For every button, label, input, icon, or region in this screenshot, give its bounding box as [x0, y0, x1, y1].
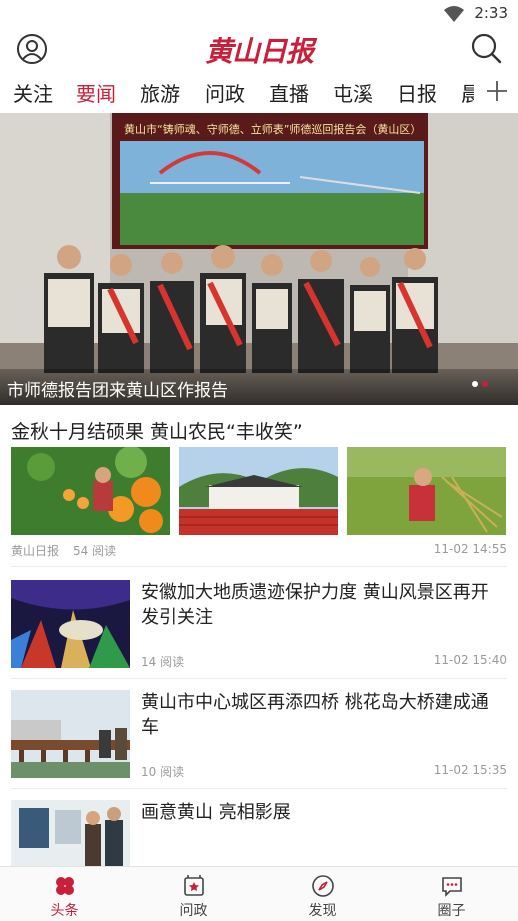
carousel-dot-active[interactable] — [482, 381, 488, 387]
nav-headlines[interactable]: 头条 — [0, 867, 129, 921]
news-item-harvest[interactable]: 金秋十月结硕果 黄山农民“丰收笑” 黄山日报 54 阅读 11-02 14:55 — [0, 405, 518, 565]
news-item-geology[interactable]: 安徽加大地质遗迹保护力度 黄山风景区再开发引关注 14 阅读 11-02 15:… — [0, 580, 518, 690]
plus-icon[interactable] — [484, 78, 510, 104]
news-thumb-cave — [11, 580, 130, 668]
nav-label: 头条 — [50, 903, 79, 919]
news-reads: 14 阅读 — [141, 655, 185, 669]
tab-wenzheng[interactable]: 问政 — [205, 78, 245, 107]
hero-photo: 黄山市“铸师魂、守师德、立师表”师德巡回报告会（黄山区） — [0, 113, 518, 405]
search-icon[interactable] — [470, 32, 502, 64]
news-thumb-rice — [347, 447, 506, 535]
divider — [11, 566, 507, 567]
tab-ribao[interactable]: 日报 — [397, 78, 437, 107]
app-header: 黄山日报 — [0, 28, 518, 72]
tab-lvyou[interactable]: 旅游 — [140, 78, 180, 107]
carousel-dots — [468, 372, 488, 391]
inbox-icon — [183, 875, 204, 896]
nav-label: 问政 — [179, 903, 208, 919]
nav-label: 圈子 — [437, 903, 466, 919]
news-reads: 54 阅读 — [73, 544, 117, 558]
news-time: 11-02 15:35 — [433, 763, 507, 777]
nav-discover[interactable]: 发现 — [258, 867, 387, 921]
news-thumb-village — [179, 447, 338, 535]
news-item-exhibition[interactable]: 画意黄山 亮相影展 — [0, 800, 518, 866]
news-thumb-exhibition — [11, 800, 130, 866]
nav-label: 发现 — [308, 903, 337, 919]
status-time: 2:33 — [474, 4, 508, 22]
news-thumb-oranges — [11, 447, 170, 535]
news-title: 安徽加大地质遗迹保护力度 黄山风景区再开发引关注 — [141, 582, 489, 628]
divider — [11, 678, 507, 679]
status-bar: 2:33 — [0, 0, 518, 28]
chat-icon — [441, 877, 462, 897]
news-reads: 10 阅读 — [141, 765, 185, 779]
compass-icon — [311, 875, 334, 897]
tab-zhibo[interactable]: 直播 — [269, 78, 309, 107]
channel-tabs: 关注 要闻 旅游 问政 直播 屯溪 日报 晨 — [0, 72, 518, 112]
bottom-nav: 头条 问政 发现 圈子 — [0, 866, 518, 921]
news-title: 黄山市中心城区再添四桥 桃花岛大桥建成通车 — [141, 692, 489, 738]
hero-banner-text: 黄山市“铸师魂、守师德、立师表”师德巡回报告会（黄山区） — [124, 122, 421, 136]
tab-guanzhu[interactable]: 关注 — [13, 78, 53, 107]
tab-yaowen[interactable]: 要闻 — [76, 78, 116, 107]
divider — [11, 788, 507, 789]
news-title: 金秋十月结硕果 黄山农民“丰收笑” — [11, 421, 303, 443]
news-thumb-bridge — [11, 690, 130, 778]
news-item-bridge[interactable]: 黄山市中心城区再添四桥 桃花岛大桥建成通车 10 阅读 11-02 15:35 — [0, 690, 518, 800]
carousel-dot[interactable] — [472, 381, 478, 387]
nav-wenzheng[interactable]: 问政 — [129, 867, 258, 921]
news-time: 11-02 14:55 — [433, 542, 507, 556]
nav-circle[interactable]: 圈子 — [387, 867, 516, 921]
wifi-icon — [444, 6, 464, 22]
news-title: 画意黄山 亮相影展 — [141, 802, 291, 823]
hero-caption-bar: 市师德报告团来黄山区作报告 — [0, 369, 518, 405]
app-logo: 黄山日报 — [204, 35, 314, 68]
headlines-icon — [55, 877, 74, 895]
tab-tunxi[interactable]: 屯溪 — [333, 78, 373, 107]
news-time: 11-02 15:40 — [433, 653, 507, 667]
news-source: 黄山日报 — [11, 544, 60, 558]
hero-caption: 市师德报告团来黄山区作报告 — [7, 381, 228, 401]
hero-banner[interactable]: 黄山市“铸师魂、守师德、立师表”师德巡回报告会（黄山区） 市师德报告团来黄山区作… — [0, 113, 518, 405]
